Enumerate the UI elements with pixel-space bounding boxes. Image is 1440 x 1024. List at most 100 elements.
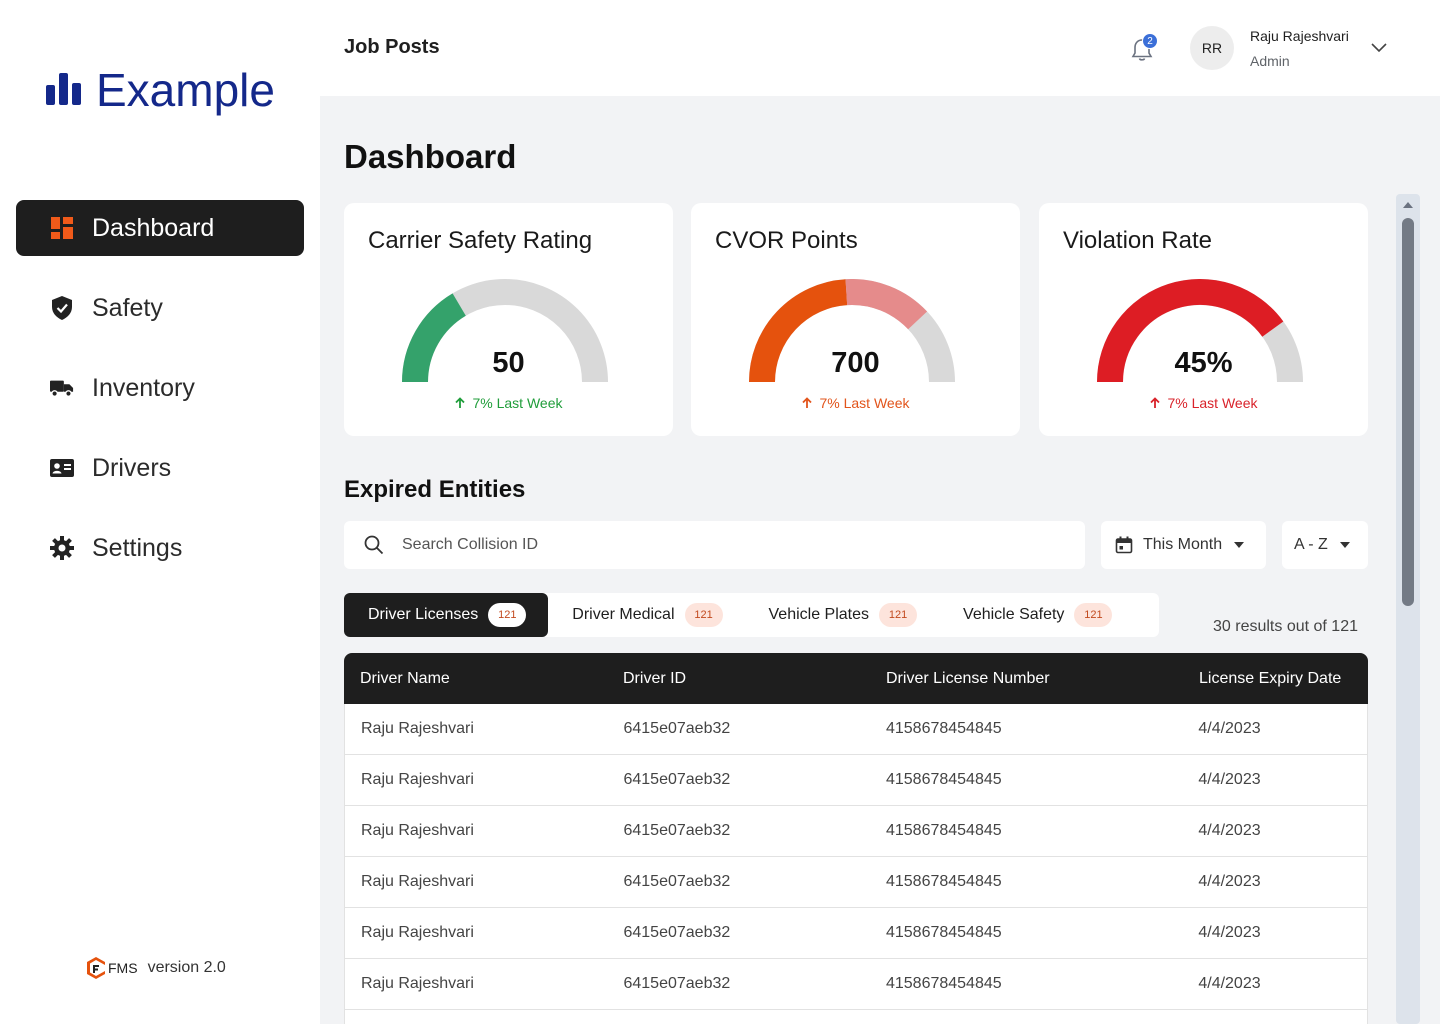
table-cell: 6415e07aeb32	[623, 873, 731, 890]
app-version: FMS version 2.0	[86, 956, 226, 980]
sidebar-item-dashboard[interactable]: Dashboard	[16, 200, 304, 256]
scroll-up-arrow-icon[interactable]	[1403, 202, 1413, 208]
section-title: Expired Entities	[344, 476, 526, 503]
table-cell: Raju Rajeshvari	[361, 771, 474, 788]
table-row[interactable]: Raju Rajeshvari 6415e07aeb32 4158678454845…	[344, 755, 1368, 806]
tab-driver-medical[interactable]: Driver Medical 121	[548, 593, 744, 637]
table-header: Driver Name Driver ID Driver License Num…	[344, 653, 1368, 704]
sort-dropdown[interactable]: A - Z	[1282, 521, 1368, 569]
table-cell: Raju Rajeshvari	[361, 822, 474, 839]
sidebar-item-label: Dashboard	[92, 213, 215, 242]
vertical-scrollbar[interactable]	[1396, 194, 1420, 1024]
table-cell: 6415e07aeb32	[623, 720, 731, 737]
sidebar: Example Dashboard Safety Inventory Drive…	[0, 0, 320, 1024]
table-cell: 4158678454845	[885, 771, 1002, 788]
sidebar-item-label: Inventory	[92, 373, 195, 402]
gauge-value: 45%	[1174, 347, 1233, 379]
column-header[interactable]: License Expiry Date	[1183, 670, 1368, 688]
table-cell: Raju Rajeshvari	[361, 720, 474, 737]
page-title: Dashboard	[344, 138, 517, 175]
metric-card-carrier-safety: Carrier Safety Rating 50 7% Last Week	[344, 203, 673, 436]
sidebar-item-settings[interactable]: Settings	[16, 520, 304, 576]
fms-logo: FMS	[86, 956, 138, 980]
search-icon	[364, 535, 384, 555]
caret-down-icon	[1339, 542, 1350, 548]
top-header: Job Posts 2 RR Raju Rajeshvari Admin	[320, 0, 1440, 96]
date-filter-dropdown[interactable]: This Month	[1101, 521, 1266, 569]
metric-card-cvor-points: CVOR Points 700 7% Last Week	[691, 203, 1020, 436]
results-count: 30 results out of 121	[1213, 618, 1358, 635]
table-row[interactable]: Raju Rajeshvari 6415e07aeb32 4158678454845…	[344, 959, 1368, 1010]
column-header[interactable]: Driver Name	[344, 670, 607, 688]
arrow-up-icon	[1150, 397, 1161, 408]
table-row[interactable]: Raju Rajeshvari6415e07aeb324158678454845…	[344, 1010, 1368, 1024]
calendar-icon	[1115, 536, 1133, 554]
count-badge: 121	[488, 603, 527, 627]
trend-label: 7% Last Week	[472, 395, 563, 411]
table-cell: 4158678454845	[885, 975, 1002, 992]
table-cell: 6415e07aeb32	[623, 924, 731, 941]
sort-label: A - Z	[1294, 536, 1328, 553]
table-row[interactable]: Raju Rajeshvari6415e07aeb324158678454845…	[344, 857, 1368, 908]
entity-tabs: Driver Licenses 121 Driver Medical 121 V…	[344, 593, 1159, 637]
brand-logo[interactable]: Example	[46, 64, 275, 116]
trend-indicator: 7% Last Week	[344, 395, 673, 411]
table-row[interactable]: Raju Rajeshvari 6415e07aeb32 4158678454845…	[344, 806, 1368, 857]
brand-name: Example	[96, 64, 275, 116]
user-name: Raju Rajeshvari	[1250, 28, 1349, 44]
table-cell: 4158678454845	[885, 720, 1002, 737]
table-cell: Raju Rajeshvari	[361, 873, 474, 890]
shield-check-icon	[50, 296, 74, 320]
table-body: Raju Rajeshvari 6415e07aeb32 4158678454845…	[344, 704, 1368, 1024]
card-title: CVOR Points	[715, 227, 858, 254]
tab-vehicle-safety[interactable]: Vehicle Safety 121	[939, 593, 1134, 637]
table-cell: 6415e07aeb32	[623, 771, 731, 788]
table-cell: 4158678454845	[885, 822, 1002, 839]
count-badge: 121	[879, 603, 918, 627]
avatar[interactable]: RR	[1190, 26, 1234, 70]
search-input[interactable]	[402, 536, 1002, 554]
card-title: Violation Rate	[1063, 227, 1212, 254]
table-cell: 4/4/2023	[1198, 873, 1261, 890]
tab-label: Vehicle Plates	[768, 606, 870, 623]
column-header[interactable]: Driver License Number	[870, 670, 1183, 688]
table-cell: 6415e07aeb32	[623, 822, 731, 839]
page-crumb: Job Posts	[344, 36, 440, 58]
table-row[interactable]: Raju Rajeshvari 6415e07aeb32 4158678454845…	[344, 704, 1368, 755]
sidebar-nav: Dashboard Safety Inventory Drivers Setti…	[16, 200, 304, 600]
count-badge: 121	[684, 603, 723, 627]
sidebar-item-drivers[interactable]: Drivers	[16, 440, 304, 496]
main-content: Dashboard Carrier Safety Rating 50 7% La…	[320, 96, 1440, 1024]
arrow-up-icon	[455, 397, 466, 408]
table-cell: Raju Rajeshvari	[361, 924, 474, 941]
dashboard-icon	[50, 216, 74, 240]
table-cell: 6415e07aeb32	[623, 975, 731, 992]
fms-label: FMS	[108, 960, 138, 976]
id-card-icon	[50, 456, 74, 480]
count-badge: 121	[1074, 603, 1113, 627]
search-box	[344, 521, 1085, 569]
table-cell: 4/4/2023	[1198, 822, 1261, 839]
tab-driver-licenses[interactable]: Driver Licenses 121	[344, 593, 549, 637]
gauge-value: 700	[831, 347, 880, 379]
table-cell: 4/4/2023	[1198, 975, 1261, 992]
trend-label: 7% Last Week	[819, 395, 910, 411]
tab-vehicle-plates[interactable]: Vehicle Plates 121	[745, 593, 940, 637]
gear-icon	[50, 536, 74, 560]
table-cell: 4/4/2023	[1198, 924, 1261, 941]
column-header[interactable]: Driver ID	[607, 670, 870, 688]
table-row[interactable]: Raju Rajeshvari 6415e07aeb32 4158678454845…	[344, 908, 1368, 959]
sidebar-item-label: Settings	[92, 533, 183, 562]
table-cell: 4158678454845	[885, 924, 1002, 941]
table-cell: 4/4/2023	[1198, 771, 1261, 788]
fms-logo-icon	[87, 957, 105, 979]
card-title: Carrier Safety Rating	[368, 227, 593, 254]
sidebar-item-inventory[interactable]: Inventory	[16, 360, 304, 416]
scrollbar-thumb[interactable]	[1402, 218, 1414, 606]
sidebar-item-safety[interactable]: Safety	[16, 280, 304, 336]
metric-card-violation-rate: Violation Rate 45% 7% Last Week	[1039, 203, 1368, 436]
trend-indicator: 7% Last Week	[1039, 395, 1368, 411]
chevron-down-icon[interactable]	[1370, 40, 1388, 54]
table-cell: Raju Rajeshvari	[361, 975, 474, 992]
trend-indicator: 7% Last Week	[691, 395, 1020, 411]
